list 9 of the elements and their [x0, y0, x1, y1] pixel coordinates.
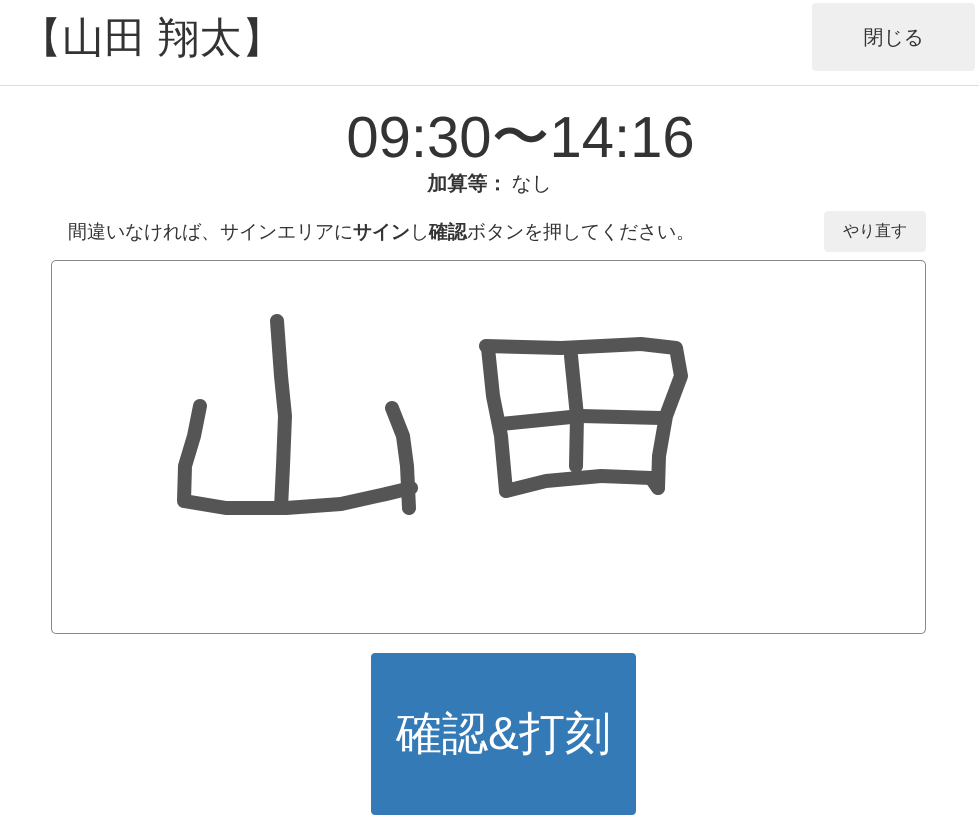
instruction-text: 間違いなければ、サインエリアにサインし確認ボタンを押してください。	[68, 220, 696, 244]
close-button[interactable]: 閉じる	[812, 3, 975, 71]
page-title: 【山田 翔太】	[20, 13, 284, 63]
signature-area[interactable]	[51, 260, 926, 634]
redo-button[interactable]: やり直す	[824, 211, 926, 252]
addition-value: なし	[512, 172, 552, 197]
confirm-button[interactable]: 確認&打刻	[371, 653, 636, 815]
addition-label: 加算等：	[428, 172, 508, 197]
time-range: 09:30〜14:16	[345, 105, 696, 171]
